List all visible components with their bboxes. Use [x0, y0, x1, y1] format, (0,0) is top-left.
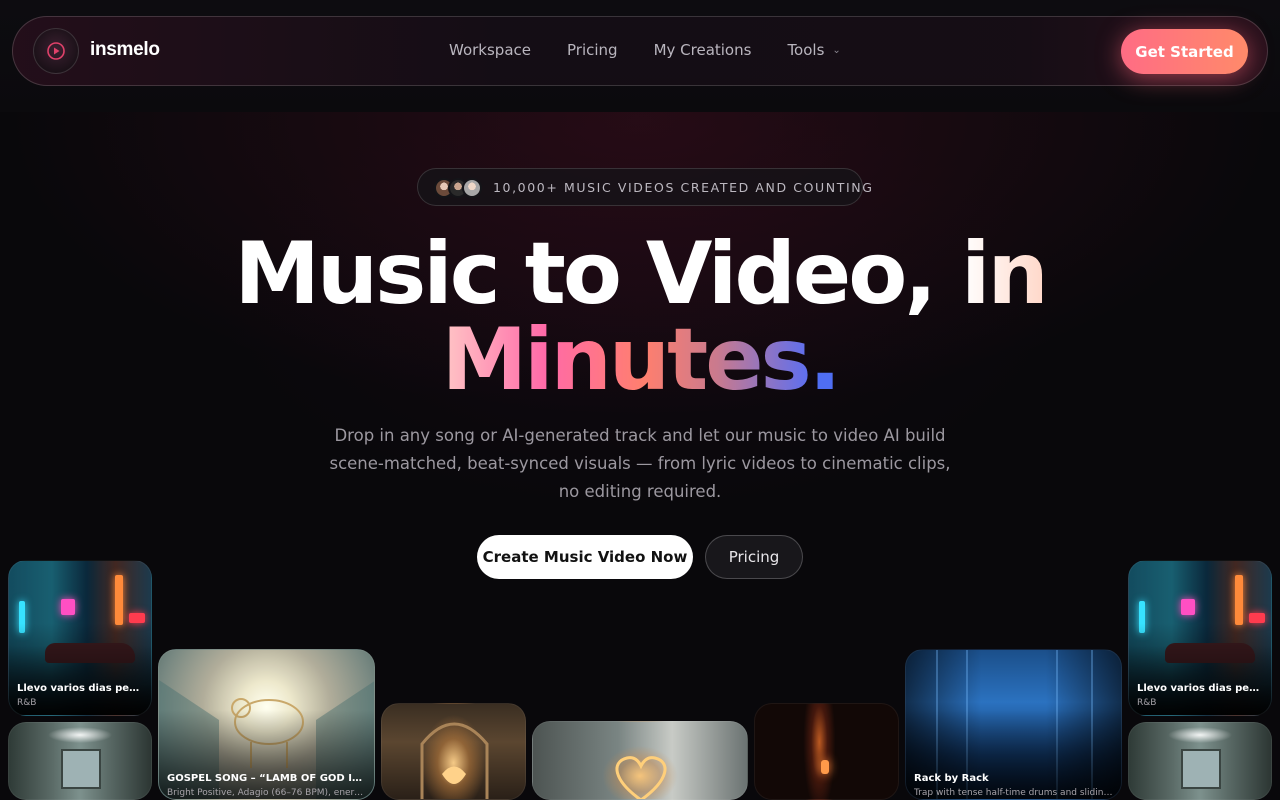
headline-part-1: Music to Video, [234, 224, 937, 324]
video-card[interactable]: GOSPEL SONG – “LAMB OF GOD IS THE WAY” B… [158, 649, 375, 800]
card-title: Llevo varios dias pensándote [17, 683, 143, 694]
headline-part-2: in [960, 224, 1049, 324]
social-proof-badge: 10,000+ MUSIC VIDEOS CREATED AND COUNTIN… [417, 168, 872, 206]
card-description: Trap with tense half-time drums and slid… [914, 788, 1113, 798]
brand-name[interactable]: insmelo [90, 39, 160, 61]
nav-links: Workspace Pricing My Creations Tools ⌄ [449, 41, 841, 59]
neon-sign [1235, 575, 1243, 625]
video-card[interactable]: Rack by Rack Trap with tense half-time d… [905, 649, 1122, 800]
video-card[interactable]: Llevo varios dias pensándote R&B [1128, 560, 1272, 716]
card-shade [906, 709, 1121, 799]
get-started-button[interactable]: Get Started [1121, 29, 1248, 74]
top-navbar: insmelo Workspace Pricing My Creations T… [12, 16, 1268, 86]
badge-text: 10,000+ MUSIC VIDEOS CREATED AND COUNTIN… [493, 180, 874, 195]
headline-dot: . [808, 310, 842, 410]
headline-line-2: Minutes. [0, 312, 1280, 408]
nav-link-my-creations[interactable]: My Creations [654, 41, 752, 59]
hero-subtitle: Drop in any song or AI-generated track a… [329, 426, 951, 501]
chevron-down-icon: ⌄ [832, 44, 841, 56]
card-title: GOSPEL SONG – “LAMB OF GOD IS THE WAY” [167, 773, 366, 784]
neon-sign [1181, 599, 1195, 615]
video-card[interactable] [532, 721, 748, 800]
heart-icon [615, 756, 667, 799]
video-card[interactable]: Llevo varios dias pensándote R&B [8, 560, 152, 716]
avatar-stack [434, 178, 484, 198]
card-title: Llevo varios dias pensándote [1137, 683, 1263, 694]
card-shade [159, 709, 374, 799]
neon-sign [115, 575, 123, 625]
window-shape [61, 749, 101, 789]
nav-link-tools-label: Tools [787, 41, 825, 59]
avatar [462, 178, 482, 198]
video-card[interactable] [754, 703, 899, 800]
nav-link-tools[interactable]: Tools ⌄ [787, 41, 840, 59]
neon-sign [1249, 613, 1265, 623]
card-genre: R&B [1137, 698, 1157, 708]
nav-link-pricing[interactable]: Pricing [567, 41, 618, 59]
pricing-button[interactable]: Pricing [705, 535, 803, 579]
logo-mark[interactable] [33, 28, 79, 74]
neon-sign [129, 613, 145, 623]
card-genre: R&B [17, 698, 37, 708]
stained-glass-illustration [420, 722, 489, 799]
headline-part-3: Minutes [441, 310, 812, 410]
lamp-glow [821, 760, 829, 774]
video-card[interactable] [8, 722, 152, 800]
window-shape [1181, 749, 1221, 789]
card-description: Bright Positive, Adagio (66–76 BPM), ene… [167, 788, 366, 798]
headline-line-1: Music to Video, in [0, 226, 1280, 322]
card-title: Rack by Rack [914, 773, 989, 784]
neon-sign [61, 599, 75, 615]
video-card[interactable] [1128, 722, 1272, 800]
create-music-video-button[interactable]: Create Music Video Now [477, 535, 693, 579]
play-circle-icon [47, 42, 65, 60]
nav-link-workspace[interactable]: Workspace [449, 41, 531, 59]
video-card[interactable] [381, 703, 526, 800]
